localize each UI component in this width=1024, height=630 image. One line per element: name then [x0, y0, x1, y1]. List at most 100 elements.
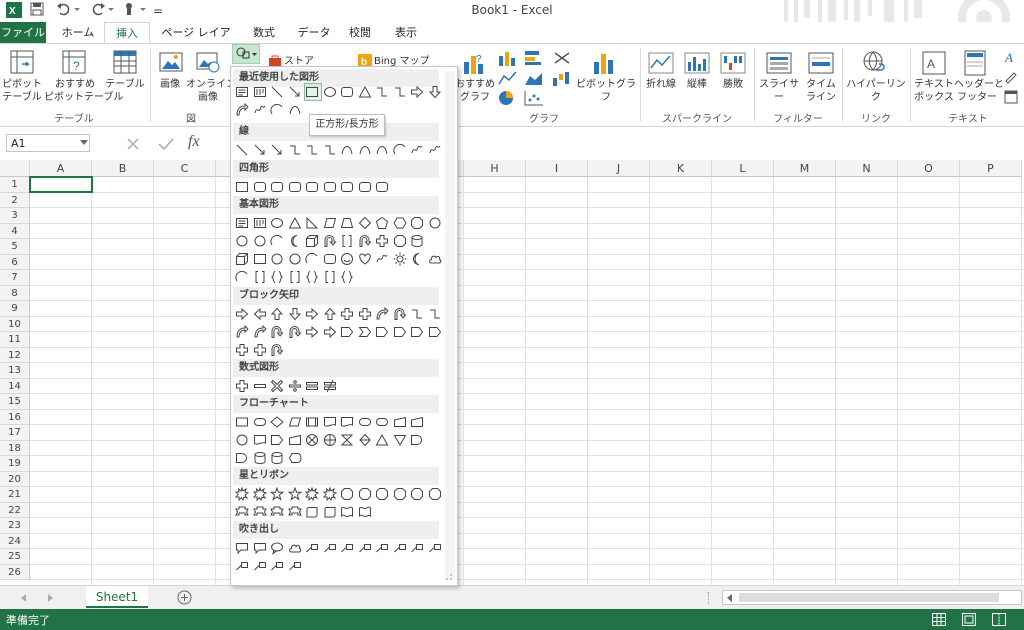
- row-header[interactable]: 21: [0, 487, 30, 503]
- homeplate-shape-icon[interactable]: [270, 433, 284, 447]
- brace-shape-icon[interactable]: [340, 270, 354, 284]
- hex-shape-icon[interactable]: [392, 216, 407, 230]
- scribble-shape-icon[interactable]: [253, 103, 267, 117]
- oct-shape-icon[interactable]: [340, 487, 354, 501]
- elbow-shape-icon[interactable]: [393, 85, 407, 99]
- wave-shape-icon[interactable]: [358, 505, 372, 519]
- doc-shape-icon[interactable]: [253, 433, 267, 447]
- rarrow-shape-icon[interactable]: [235, 307, 249, 321]
- shapes-button[interactable]: [232, 44, 260, 64]
- active-cell-a1[interactable]: [29, 176, 93, 193]
- row-header[interactable]: 18: [0, 440, 30, 456]
- arc-shape-icon[interactable]: [305, 252, 319, 266]
- rrect-shape-icon[interactable]: [253, 180, 267, 194]
- smile-shape-icon[interactable]: [340, 252, 354, 266]
- plus-shape-icon[interactable]: [235, 343, 249, 357]
- cancel-entry-icon[interactable]: [126, 137, 140, 151]
- hscroll-left-icon[interactable]: [727, 594, 733, 602]
- line-shape-icon[interactable]: [235, 143, 249, 157]
- vtextbox-shape-icon[interactable]: [253, 85, 267, 99]
- column-header[interactable]: J: [588, 160, 650, 177]
- chevron-shape-icon[interactable]: [357, 325, 372, 339]
- rect-shape-icon[interactable]: [235, 180, 249, 194]
- collate-shape-icon[interactable]: [340, 433, 354, 447]
- name-box[interactable]: A1: [6, 134, 90, 152]
- scribble-shape-icon[interactable]: [410, 143, 424, 157]
- row-header[interactable]: 5: [0, 239, 30, 255]
- arc-shape-icon[interactable]: [392, 143, 407, 157]
- hscroll-thumb[interactable]: [739, 593, 999, 602]
- rect-shape-icon[interactable]: [253, 252, 267, 266]
- burst-shape-icon[interactable]: [252, 487, 267, 501]
- curve-shape-icon[interactable]: [358, 143, 372, 157]
- textbox-shape-icon[interactable]: [235, 216, 249, 230]
- lcallout-shape-icon[interactable]: [410, 541, 424, 555]
- elbow-shape-icon[interactable]: [428, 307, 442, 321]
- row-header[interactable]: 25: [0, 549, 30, 565]
- manual-shape-icon[interactable]: [288, 433, 302, 447]
- rrect-shape-icon[interactable]: [305, 180, 319, 194]
- uturn-shape-icon[interactable]: [323, 234, 337, 248]
- doc-shape-icon[interactable]: [323, 415, 337, 429]
- lcallout-shape-icon[interactable]: [270, 559, 284, 573]
- display-shape-icon[interactable]: [288, 451, 302, 465]
- lcallout-shape-icon[interactable]: [393, 541, 407, 555]
- wordart-icon[interactable]: A: [1004, 50, 1018, 64]
- row-header[interactable]: 9: [0, 301, 30, 317]
- curvedarrow-shape-icon[interactable]: [235, 103, 249, 117]
- lcallout-shape-icon[interactable]: [375, 541, 389, 555]
- area-chart-icon[interactable]: [524, 70, 544, 86]
- cube-shape-icon[interactable]: [235, 252, 249, 266]
- homeplate-shape-icon[interactable]: [375, 325, 389, 339]
- normal-view-icon[interactable]: [932, 613, 946, 626]
- bracket-shape-icon[interactable]: [288, 270, 302, 284]
- scroll-right-icon[interactable]: [46, 594, 54, 602]
- elbow-shape-icon[interactable]: [410, 307, 424, 321]
- curve-shape-icon[interactable]: [288, 103, 302, 117]
- oct-shape-icon[interactable]: [393, 487, 407, 501]
- bar-chart-icon[interactable]: [524, 50, 544, 66]
- lcallout-shape-icon[interactable]: [235, 559, 249, 573]
- row-header[interactable]: 16: [0, 409, 30, 425]
- curve-shape-icon[interactable]: [375, 143, 389, 157]
- rrect-shape-icon[interactable]: [323, 180, 337, 194]
- row-header[interactable]: 14: [0, 378, 30, 394]
- line-chart-icon[interactable]: [498, 70, 518, 86]
- column-header[interactable]: A: [30, 160, 92, 177]
- tab-insert[interactable]: 挿入: [104, 22, 150, 44]
- tri-shape-icon[interactable]: [288, 216, 302, 230]
- elbow-shape-icon[interactable]: [305, 143, 319, 157]
- oct-shape-icon[interactable]: [393, 234, 407, 248]
- noteq-shape-icon[interactable]: [323, 379, 337, 393]
- row-header[interactable]: 20: [0, 471, 30, 487]
- oval-shape-icon[interactable]: [323, 85, 337, 99]
- confirm-entry-icon[interactable]: [158, 137, 174, 151]
- cube-shape-icon[interactable]: [305, 234, 319, 248]
- bracket-shape-icon[interactable]: [340, 234, 354, 248]
- equal-shape-icon[interactable]: [305, 379, 319, 393]
- heart-shape-icon[interactable]: [358, 252, 372, 266]
- extract-shape-icon[interactable]: [375, 433, 389, 447]
- column-header[interactable]: K: [650, 160, 712, 177]
- brace-shape-icon[interactable]: [305, 270, 319, 284]
- uarrow-shape-icon[interactable]: [323, 307, 337, 321]
- plus-shape-icon[interactable]: [358, 307, 372, 321]
- resize-grip-icon[interactable]: [445, 573, 453, 581]
- cloud-shape-icon[interactable]: [288, 541, 302, 555]
- scroll-shape-icon[interactable]: [323, 505, 337, 519]
- horizontal-scrollbar[interactable]: [722, 590, 1022, 605]
- wave-shape-icon[interactable]: [340, 505, 354, 519]
- column-header[interactable]: N: [836, 160, 898, 177]
- textbox-shape-icon[interactable]: [235, 85, 249, 99]
- row-header[interactable]: 1: [0, 177, 30, 193]
- minus-shape-icon[interactable]: [253, 379, 267, 393]
- elbow-shape-icon[interactable]: [323, 143, 337, 157]
- rrect-shape-icon[interactable]: [288, 180, 302, 194]
- oct-shape-icon[interactable]: [428, 487, 442, 501]
- arc-shape-icon[interactable]: [270, 103, 284, 117]
- doc-shape-icon[interactable]: [340, 415, 354, 429]
- larrow-shape-icon[interactable]: [253, 307, 267, 321]
- uturn-shape-icon[interactable]: [270, 343, 284, 357]
- sort-shape-icon[interactable]: [358, 433, 372, 447]
- lcallout-shape-icon[interactable]: [305, 541, 319, 555]
